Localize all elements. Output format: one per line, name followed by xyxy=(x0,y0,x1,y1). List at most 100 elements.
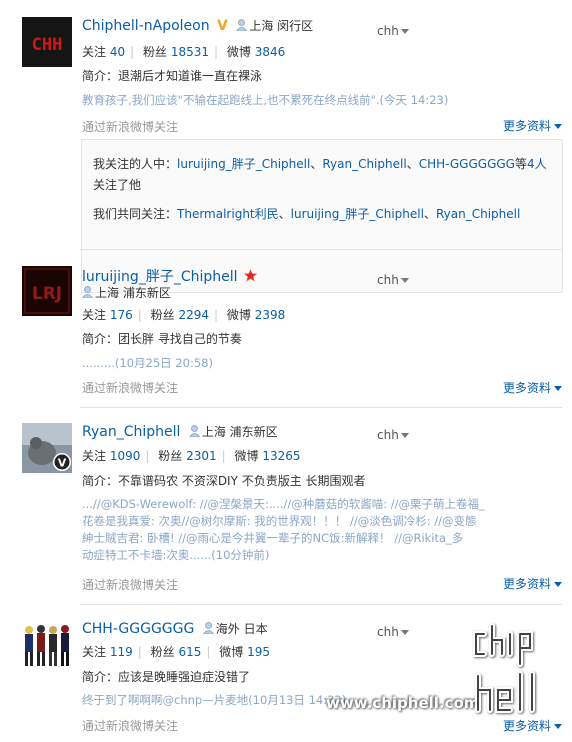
group-dropdown[interactable]: chh xyxy=(377,273,409,287)
weibo-label: 微博 xyxy=(219,645,244,659)
name-row: luruijing_胖子_Chiphell xyxy=(82,266,258,286)
location-row: 上海 浦东新区 xyxy=(81,284,171,301)
divider-line xyxy=(80,249,562,250)
user-name-link[interactable]: Chiphell-nApoleon xyxy=(82,18,210,34)
follow-label: 关注 xyxy=(82,308,107,322)
relation-suffix: 关注了他 xyxy=(93,178,142,192)
fans-label: 粉丝 xyxy=(150,645,175,659)
weibo-count[interactable]: 3846 xyxy=(255,45,286,59)
group-label: chh xyxy=(377,625,399,639)
chevron-down-icon xyxy=(554,124,562,129)
avatar-text: CHH xyxy=(32,35,63,55)
avatar-badge-text: V xyxy=(58,457,67,470)
follow-count[interactable]: 176 xyxy=(110,308,133,322)
latest-post[interactable]: ...//@KDS-Werewolf: //@涅槃景天:....//@种蘑菇的软… xyxy=(82,496,485,564)
avatar-chh-ggggggg[interactable] xyxy=(22,620,72,670)
bio-text: 简介：退潮后才知道谁一直在裸泳 xyxy=(82,69,263,83)
user-name-link[interactable]: luruijing_胖子_Chiphell xyxy=(82,269,238,285)
divider: | xyxy=(137,308,142,322)
group-photo-image xyxy=(22,620,72,670)
more-label: 更多资料 xyxy=(502,577,551,591)
post-line: ...//@KDS-Werewolf: //@涅槃景天:....//@种蘑菇的软… xyxy=(82,497,485,511)
common-user-link[interactable]: luruijing_胖子_Chiphell xyxy=(291,207,424,221)
star-badge-icon xyxy=(243,268,258,286)
location-text: 海外 日本 xyxy=(215,622,268,636)
person-icon xyxy=(236,19,248,32)
weibo-count[interactable]: 2398 xyxy=(255,308,286,322)
divider: | xyxy=(214,308,219,322)
more-info-button[interactable]: 更多资料 xyxy=(503,117,562,134)
relation-count-link[interactable]: 4人 xyxy=(527,157,547,171)
more-info-button[interactable]: 更多资料 xyxy=(503,575,562,592)
chevron-down-icon xyxy=(400,630,409,635)
bio-text: 简介：团长胖 寻找自己的节奏 xyxy=(82,332,242,346)
name-row: Chiphell-nApoleon V 上海 闵行区 xyxy=(82,17,313,34)
location-text: 上海 浦东新区 xyxy=(201,425,278,439)
chevron-down-icon xyxy=(400,433,409,438)
chevron-down-icon xyxy=(400,278,409,283)
relation-user-link[interactable]: Ryan_Chiphell xyxy=(322,157,406,171)
follow-label: 关注 xyxy=(82,45,107,59)
relation-user-link[interactable]: CHH-GGGGGGG xyxy=(419,157,515,171)
group-dropdown[interactable]: chh xyxy=(377,625,409,639)
relation-user-link[interactable]: luruijing_胖子_Chiphell xyxy=(177,157,310,171)
user-name-link[interactable]: Ryan_Chiphell xyxy=(82,424,180,440)
weibo-count[interactable]: 13265 xyxy=(262,449,300,463)
name-row: Ryan_Chiphell 上海 浦东新区 xyxy=(82,423,278,440)
divider: | xyxy=(214,45,219,59)
chiphell-watermark-logo xyxy=(470,620,560,730)
person-icon xyxy=(188,425,201,438)
relation-prefix: 我关注的人中： xyxy=(93,157,178,171)
avatar-chiphell-napoleon[interactable]: CHH xyxy=(22,17,72,67)
lrj-logo-image: LRJ xyxy=(22,266,72,316)
chevron-down-icon xyxy=(554,386,562,391)
follow-count[interactable]: 1090 xyxy=(110,449,141,463)
stats-row: 关注 119 | 粉丝 615 | 微博 195 xyxy=(82,643,270,660)
weibo-count[interactable]: 195 xyxy=(247,645,270,659)
divider: | xyxy=(206,645,211,659)
separator: 、 xyxy=(310,157,323,171)
fans-label: 粉丝 xyxy=(158,449,183,463)
common-user-link[interactable]: Ryan_Chiphell xyxy=(436,207,520,221)
more-info-button[interactable]: 更多资料 xyxy=(503,379,562,396)
chh-logo-image: CHH xyxy=(22,17,72,67)
relation-line: 我关注的人中：luruijing_胖子_Chiphell、Ryan_Chiphe… xyxy=(93,155,547,172)
group-label: chh xyxy=(377,273,399,287)
weibo-label: 微博 xyxy=(226,45,251,59)
divider: | xyxy=(145,449,150,463)
person-icon xyxy=(202,622,215,635)
weibo-label: 微博 xyxy=(234,449,259,463)
fans-count[interactable]: 2294 xyxy=(178,308,209,322)
avatar-text: LRJ xyxy=(32,284,62,304)
common-user-link[interactable]: Thermalright利民 xyxy=(177,207,279,221)
via-text: 通过新浪微博关注 xyxy=(82,578,179,592)
fans-count[interactable]: 615 xyxy=(178,645,201,659)
follow-count[interactable]: 119 xyxy=(110,645,133,659)
follow-count[interactable]: 40 xyxy=(110,45,125,59)
bio-text: 简介：应该是晚睡强迫症没错了 xyxy=(82,670,251,684)
post-line: 花卷是我真爱: 次奥//@树尔摩斯: 我的世界观！！！ //@淡色调冷杉: //… xyxy=(82,514,477,528)
chevron-down-icon xyxy=(554,582,562,587)
fans-count[interactable]: 18531 xyxy=(171,45,209,59)
bio-text: 简介：不靠谱码农 不资深DIY 不负责版主 长期围观者 xyxy=(82,474,366,488)
more-label: 更多资料 xyxy=(502,119,551,133)
latest-post[interactable]: 教育孩子,我们应该"不输在起跑线上,也不累死在终点线前".(今天 14:23) xyxy=(82,92,448,109)
latest-post[interactable]: .........(10月25日 20:58) xyxy=(82,355,213,372)
stats-row: 关注 40 | 粉丝 18531 | 微博 3846 xyxy=(82,43,285,60)
group-dropdown[interactable]: chh xyxy=(377,24,409,38)
fans-label: 粉丝 xyxy=(150,308,175,322)
watermark-url: www.chiphell.com xyxy=(326,694,480,712)
weibo-label: 微博 xyxy=(226,308,251,322)
user-name-link[interactable]: CHH-GGGGGGG xyxy=(82,621,194,637)
latest-post[interactable]: 终于到了啊啊啊@chnp—片麦地(10月13日 14:32) xyxy=(82,692,346,709)
fans-count[interactable]: 2301 xyxy=(186,449,217,463)
divider-line xyxy=(80,407,562,408)
via-text: 通过新浪微博关注 xyxy=(82,719,179,733)
group-dropdown[interactable]: chh xyxy=(377,428,409,442)
avatar-luruijing[interactable]: LRJ xyxy=(22,266,72,316)
count-prefix: 等 xyxy=(514,157,527,171)
divider: | xyxy=(137,645,142,659)
post-line: 紳士賊吉君: 卧槽! //@雨心是今井翼一辈子的NC饭:新解释！ //@Riki… xyxy=(82,531,464,545)
fans-label: 粉丝 xyxy=(143,45,168,59)
avatar-ryan[interactable]: V xyxy=(22,423,72,473)
